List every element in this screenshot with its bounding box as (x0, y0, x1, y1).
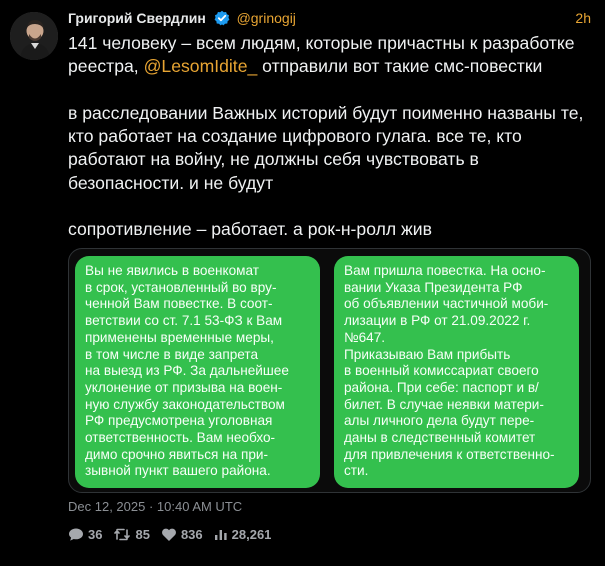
like-stat[interactable]: 836 (161, 527, 203, 542)
avatar-photo (10, 12, 58, 60)
retweet-count: 85 (135, 526, 150, 542)
sms-message-right: Вам пришла повестка. На осно- вании Указ… (334, 256, 579, 488)
like-count: 836 (180, 526, 203, 542)
tweet-timestamp[interactable]: Dec 12, 2025 · 10:40 AM UTC (68, 499, 242, 514)
retweet-icon (114, 528, 131, 540)
avatar[interactable] (10, 12, 58, 60)
views-stat[interactable]: 28,261 (214, 526, 272, 542)
author-name[interactable]: Григорий Свердлин (68, 10, 206, 26)
heart-icon (162, 528, 176, 541)
tweet-paragraph-1: 141 человеку – всем людям, которые прича… (68, 32, 593, 79)
reply-stat[interactable]: 36 (68, 527, 102, 542)
views-count: 28,261 (231, 526, 272, 542)
tweet-header: Григорий Свердлин @grinogij 2h (68, 10, 591, 32)
bar-chart-icon (214, 530, 227, 540)
sms-message-left: Вы не явились в военкомат в срок, устано… (75, 256, 320, 488)
tweet-time[interactable]: 2h (575, 10, 591, 26)
tweet-text-part: отправили вот такие смс-повестки (257, 56, 543, 77)
mention-link[interactable]: @LesomIdite_ (144, 56, 258, 76)
author-handle[interactable]: @grinogij (237, 10, 296, 26)
tweet-paragraph-2: в расследовании Важных историй будут пои… (68, 102, 584, 193)
verified-badge-icon (214, 10, 230, 29)
reply-count: 36 (88, 526, 103, 542)
tweet-media-image[interactable]: Вы не явились в военкомат в срок, устано… (68, 248, 591, 493)
comment-icon (69, 528, 83, 541)
retweet-stat[interactable]: 85 (113, 526, 150, 542)
tweet-paragraph-3: сопротивление – работает. а рок-н-ролл ж… (68, 219, 432, 240)
tweet-text: 141 человеку – всем людям, которые прича… (68, 32, 593, 242)
tweet-stats: 36 85 836 28,261 (68, 525, 282, 543)
tweet: Григорий Свердлин @grinogij 2h 141 челов… (0, 0, 605, 566)
